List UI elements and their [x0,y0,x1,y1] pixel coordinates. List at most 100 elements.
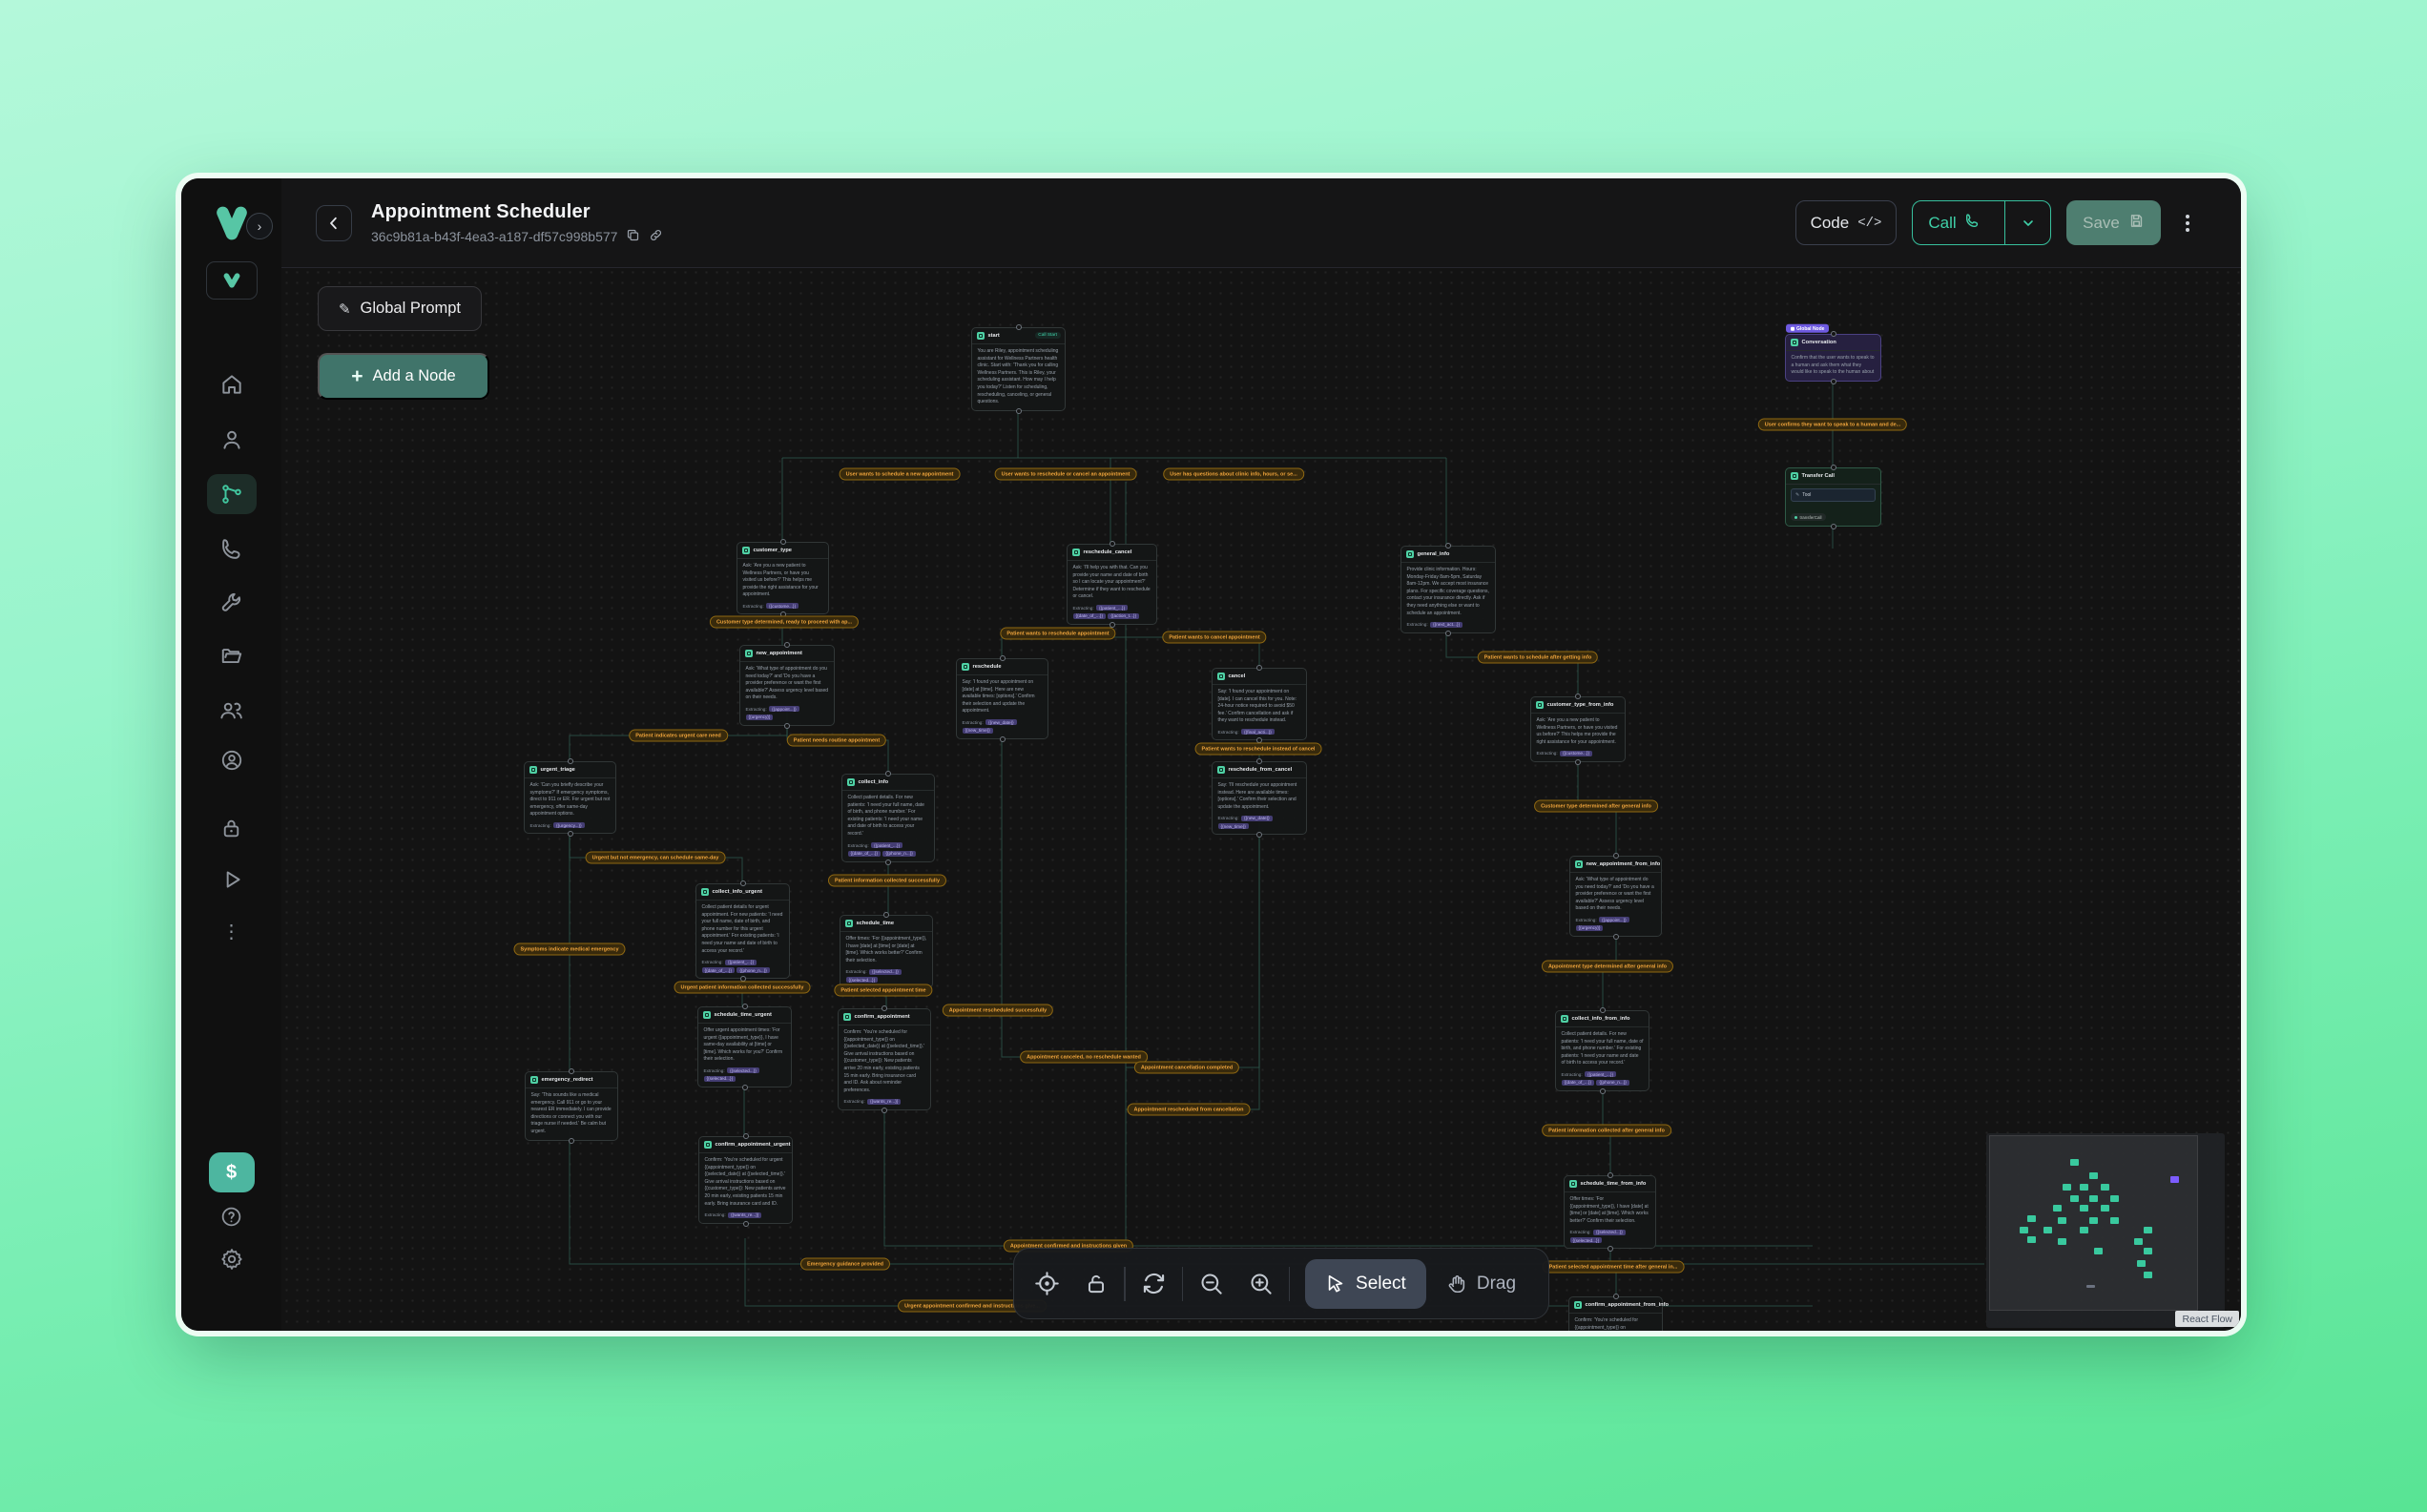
sidebar-item-voice-library[interactable] [181,739,281,781]
edge-condition-label[interactable]: Symptoms indicate medical emergency [513,943,625,956]
node-title: reschedule_from_cancel [1229,767,1293,773]
edge-condition-label[interactable]: User has questions about clinic info, ho… [1163,468,1304,481]
edge-condition-label[interactable]: Appointment rescheduled successfully [943,1005,1053,1017]
sidebar-item-squads[interactable] [181,689,281,731]
sidebar-expand-button[interactable]: › [246,213,273,239]
extracting-row: Extracting:{{custome...}} [1531,751,1625,761]
extract-variable-chip: {{phone_n...}} [1596,1080,1628,1086]
node-title: schedule_time [857,921,895,926]
sidebar-item-more[interactable]: ⋮ [181,911,281,953]
sidebar-item-org-switcher[interactable] [181,259,281,301]
node-title: reschedule_cancel [1084,549,1132,555]
flow-node-conversation_global[interactable]: Global NodeConversationConfirm that the … [1785,334,1881,382]
fit-view-button[interactable] [1027,1261,1068,1307]
zoom-in-button[interactable] [1239,1261,1280,1307]
minimap[interactable] [1986,1133,2225,1328]
code-button[interactable]: Code </> [1795,200,1897,245]
flow-node-reschedule[interactable]: rescheduleSay: 'I found your appointment… [956,658,1048,739]
sidebar-item-assistants[interactable] [181,419,281,461]
edge-condition-label[interactable]: User wants to reschedule or cancel an ap… [995,468,1137,481]
select-mode-button[interactable]: Select [1305,1259,1426,1309]
flow-node-reschedule_cancel[interactable]: reschedule_cancelAsk: 'I'll help you wit… [1067,544,1157,625]
edge-condition-label[interactable]: Urgent patient information collected suc… [674,982,811,994]
app-window: › ⋮$ Appointment Scheduler 36c9b81a-b43f… [181,178,2241,1331]
sidebar-item-workflows[interactable] [181,473,281,515]
flow-node-confirm_appointment_urgent[interactable]: confirm_appointment_urgentConfirm: 'You'… [698,1136,793,1224]
edge-condition-label[interactable]: Patient information collected after gene… [1542,1125,1671,1137]
sidebar-item-phone-numbers[interactable] [181,528,281,570]
flow-node-general_info[interactable]: general_infoProvide clinic information. … [1400,546,1496,633]
sidebar-item-help[interactable] [181,1195,281,1237]
edge-condition-label[interactable]: Emergency guidance provided [800,1258,890,1271]
flow-node-schedule_time_from_info[interactable]: schedule_time_from_infoOffer times: 'For… [1564,1175,1656,1249]
more-menu-button[interactable] [2176,211,2199,236]
edge-condition-label[interactable]: Patient wants to schedule after getting … [1478,652,1598,664]
refresh-layout-button[interactable] [1133,1261,1174,1307]
flow-node-collect_info_urgent[interactable]: collect_info_urgentCollect patient detai… [695,883,790,979]
conversation-node-icon [530,1076,539,1085]
flow-node-reschedule_from_cancel[interactable]: reschedule_from_cancelSay: 'I'll resched… [1212,761,1307,835]
edge-condition-label[interactable]: Patient selected appointment time after … [1543,1261,1685,1274]
flow-node-confirm_appointment_from_info[interactable]: confirm_appointment_from_infoConfirm: 'Y… [1568,1296,1663,1331]
back-button[interactable] [316,205,352,241]
call-button[interactable]: Call [1913,201,1996,244]
copy-icon[interactable] [626,228,640,245]
edge-condition-label[interactable]: Appointment type determined after genera… [1542,961,1673,973]
flow-node-new_appointment[interactable]: new_appointmentAsk: 'What type of appoin… [739,645,835,726]
edge-condition-label[interactable]: Patient selected appointment time [834,984,932,997]
flow-node-schedule_time[interactable]: schedule_timeOffer times: 'For {{appoint… [840,915,933,988]
edge-condition-label[interactable]: Appointment rescheduled from cancellatio… [1128,1104,1251,1116]
extract-variable-chip: {{date_of_...}} [1562,1080,1594,1086]
call-options-button[interactable] [2004,201,2050,244]
edge-condition-label[interactable]: Patient indicates urgent care need [629,730,728,742]
node-title: confirm_appointment [855,1014,910,1020]
sidebar-item-files[interactable] [181,634,281,676]
node-title: schedule_time_urgent [715,1012,772,1018]
flow-node-new_appointment_from_info[interactable]: new_appointment_from_infoAsk: 'What type… [1569,856,1662,937]
sidebar-item-settings[interactable] [181,1238,281,1280]
flow-node-emergency_redirect[interactable]: emergency_redirectSay: 'This sounds like… [525,1071,618,1141]
extract-variable-chip: {{date_of_...}} [1073,613,1106,619]
sidebar-item-tools[interactable] [181,582,281,624]
edge-condition-label[interactable]: Appointment canceled, no reschedule want… [1020,1051,1148,1064]
lock-toggle-button[interactable] [1075,1261,1116,1307]
drag-mode-button[interactable]: Drag [1426,1259,1536,1309]
tool-select-row[interactable]: ✎Tool [1791,488,1876,502]
flow-node-schedule_time_urgent[interactable]: schedule_time_urgentOffer urgent appoint… [697,1006,792,1087]
extracting-row: Extracting:{{appoint...}}{{urgency}} [740,706,834,725]
global-prompt-button[interactable]: ✎ Global Prompt [318,286,482,331]
sidebar-item-test[interactable] [181,859,281,901]
flow-canvas[interactable]: ✎ Global Prompt + Add a Node startCall S… [281,267,2241,1331]
edge-condition-label[interactable]: Patient information collected successful… [828,875,946,887]
sidebar-item-api-keys[interactable] [181,807,281,849]
zoom-out-button[interactable] [1191,1261,1232,1307]
edge-condition-label[interactable]: Appointment cancellation completed [1134,1062,1239,1074]
conversation-node-icon [1217,766,1226,775]
flow-node-customer_type_from_info[interactable]: customer_type_from_infoAsk: 'Are you a n… [1530,696,1626,762]
sidebar-item-billing[interactable]: $ [181,1151,281,1193]
flow-node-confirm_appointment[interactable]: confirm_appointmentConfirm: 'You're sche… [838,1008,931,1110]
phone-icon [1964,213,1981,234]
flow-node-cancel[interactable]: cancelSay: 'I found your appointment on … [1212,668,1307,740]
edge-condition-label[interactable]: User confirms they want to speak to a hu… [1758,419,1907,431]
flow-node-collect_info[interactable]: collect_infoCollect patient details. For… [841,774,935,862]
edge-condition-label[interactable]: Customer type determined after general i… [1534,800,1658,813]
flow-node-customer_type[interactable]: customer_typeAsk: 'Are you a new patient… [736,542,829,614]
flow-node-urgent_triage[interactable]: urgent_triageAsk: 'Can you briefly descr… [524,761,616,834]
edge-condition-label[interactable]: Urgent but not emergency, can schedule s… [586,852,726,864]
edge-condition-label[interactable]: Patient wants to cancel appointment [1162,632,1266,644]
edge-condition-label[interactable]: Patient needs routine appointment [787,735,886,747]
sidebar-item-home[interactable] [181,363,281,405]
flow-node-transfer_call[interactable]: Transfer Call✎TooltransferCall [1785,467,1881,527]
edge-condition-label[interactable]: Patient wants to reschedule instead of c… [1195,743,1322,756]
link-icon[interactable] [649,228,663,245]
flow-node-collect_info_from_info[interactable]: collect_info_from_infoCollect patient de… [1555,1010,1649,1091]
edge-condition-label[interactable]: User wants to schedule a new appointment [840,468,961,481]
save-button[interactable]: Save [2066,200,2161,245]
flow-node-start[interactable]: startCall StartYou are Riley, appointmen… [971,327,1066,411]
add-node-button[interactable]: + Add a Node [318,353,489,400]
node-body: Ask: 'Can you briefly describe your symp… [525,778,615,823]
node-title: confirm_appointment_from_info [1586,1302,1670,1308]
edge-condition-label[interactable]: Customer type determined, ready to proce… [710,616,859,629]
edge-condition-label[interactable]: Patient wants to reschedule appointment [1000,628,1115,640]
